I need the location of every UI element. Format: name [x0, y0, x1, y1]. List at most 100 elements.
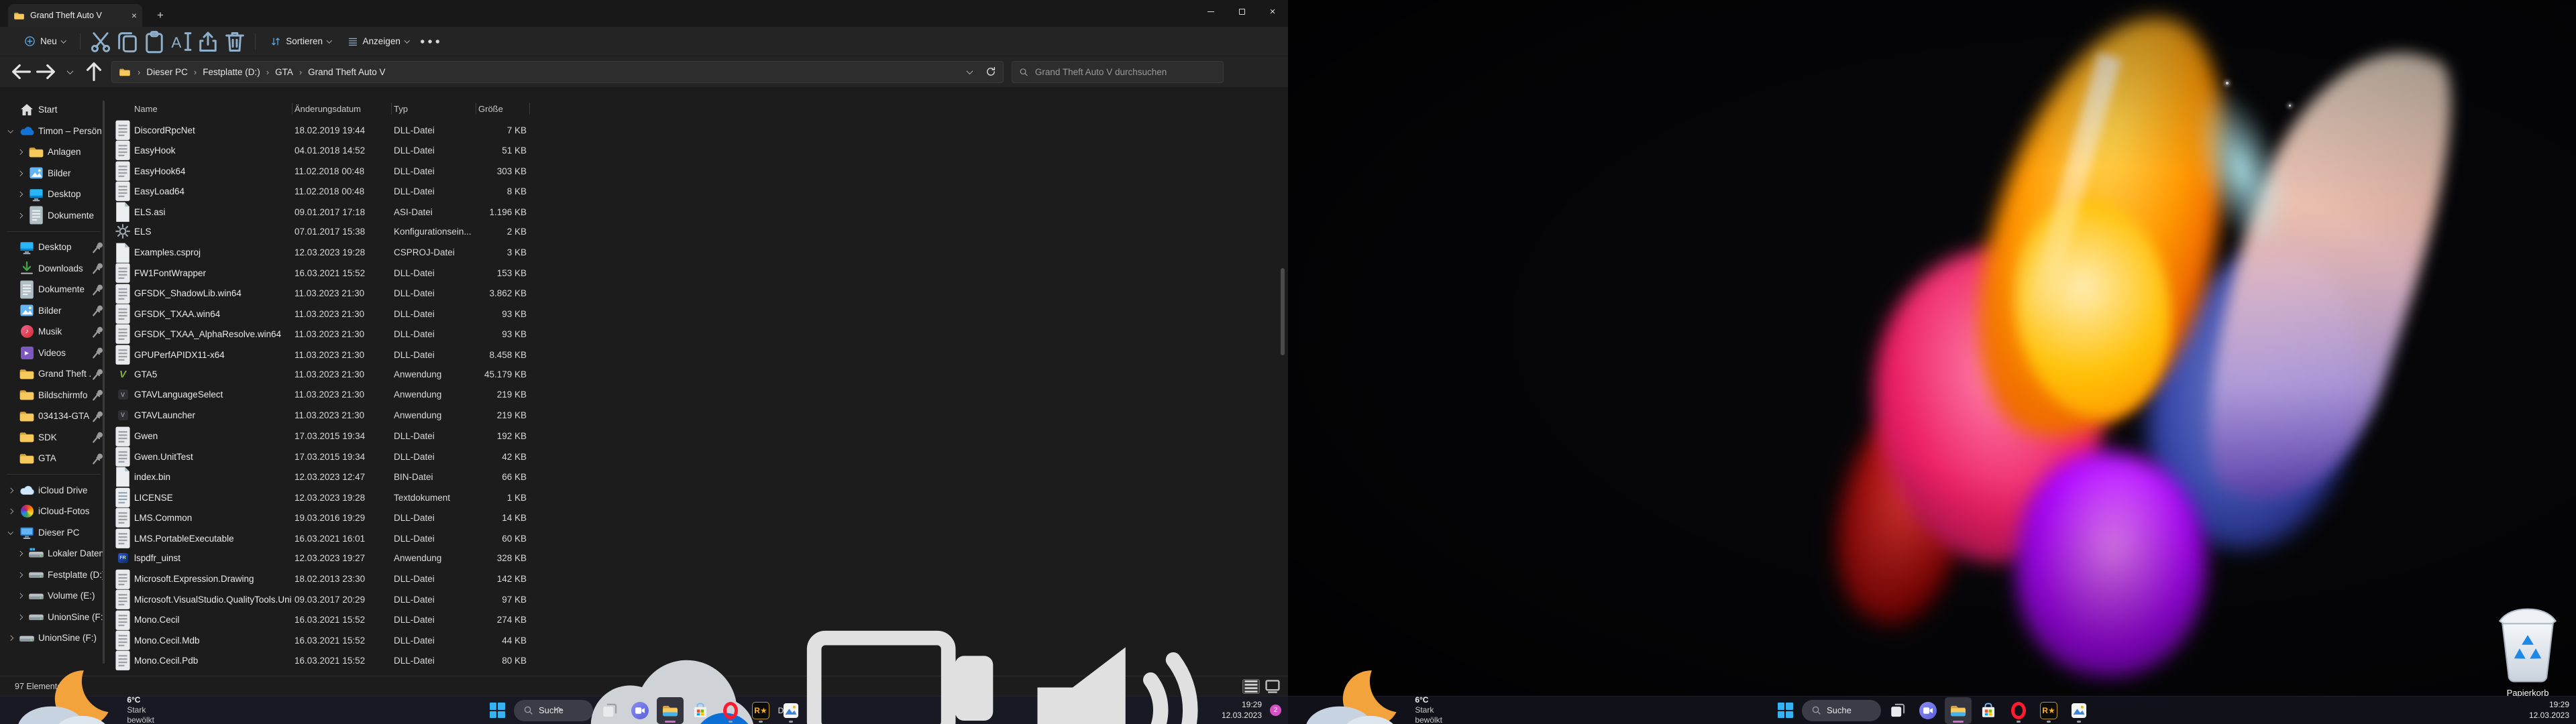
- recycle-bin[interactable]: Papierkorb: [2493, 605, 2563, 698]
- address-dropdown-icon[interactable]: [967, 68, 973, 74]
- taskbar-opera-button[interactable]: [2005, 697, 2032, 724]
- new-tab-button[interactable]: +: [152, 7, 169, 24]
- volume-icon[interactable]: [1012, 622, 1214, 724]
- sidebar-item-dieser-pc[interactable]: Dieser PC: [3, 522, 105, 544]
- column-header-size[interactable]: Größe: [476, 104, 529, 114]
- minimize-button[interactable]: [1195, 0, 1226, 23]
- sidebar-item-anlagen[interactable]: Anlagen: [3, 141, 105, 163]
- sidebar-item-desktop[interactable]: Desktop: [3, 184, 105, 205]
- taskbar-task-view-button[interactable]: [596, 697, 623, 724]
- taskbar-start-button[interactable]: [484, 697, 511, 724]
- network-icon[interactable]: [803, 627, 1004, 724]
- sidebar-item-unionsine-f[interactable]: UnionSine (F:): [3, 607, 105, 628]
- forward-button[interactable]: [34, 61, 58, 82]
- chevron-right-icon[interactable]: [12, 615, 28, 619]
- taskbar-rockstar-launcher-button[interactable]: R★: [2035, 697, 2062, 724]
- sidebar-item-034134-gta[interactable]: 034134-GTA: [3, 406, 105, 427]
- recent-locations-button[interactable]: [58, 61, 82, 82]
- close-button[interactable]: ×: [1257, 0, 1288, 23]
- chevron-right-icon[interactable]: [12, 192, 28, 196]
- file-row-gwen-unittest[interactable]: Gwen.UnitTest17.03.2015 19:34DLL-Datei42…: [114, 446, 570, 466]
- breadcrumb[interactable]: ›Dieser PC›Festplatte (D:)›GTA›Grand The…: [111, 61, 1004, 83]
- column-header-name[interactable]: Name: [131, 104, 292, 114]
- file-row-lms-common[interactable]: LMS.Common19.03.2016 19:29DLL-Datei14 KB: [114, 507, 570, 527]
- file-row-gfsdk-shadowlib-win64[interactable]: GFSDK_ShadowLib.win6411.03.2023 21:30DLL…: [114, 283, 570, 303]
- column-separator[interactable]: [529, 103, 530, 115]
- breadcrumb-item-dieser-pc[interactable]: Dieser PC: [142, 65, 193, 79]
- notification-badge[interactable]: 2: [1270, 705, 1281, 716]
- file-row-lms-portableexecutable[interactable]: LMS.PortableExecutable16.03.2021 16:01DL…: [114, 528, 570, 548]
- weather-widget[interactable]: 6°C Stark bewölkt: [0, 661, 154, 724]
- file-row-gfsdk-txaa-win64[interactable]: GFSDK_TXAA.win6411.03.2023 21:30DLL-Date…: [114, 303, 570, 323]
- weather-widget[interactable]: 6°C Stark bewölkt: [1288, 661, 1442, 724]
- sidebar-item-timon-pers-n[interactable]: Timon – Persön: [3, 121, 105, 142]
- sidebar-scrollbar[interactable]: [103, 101, 105, 664]
- new-button[interactable]: Neu: [17, 32, 72, 51]
- file-row-microsoft-visualstudio-qualitytools-unit[interactable]: Microsoft.VisualStudio.QualityTools.Unit…: [114, 589, 570, 609]
- view-button[interactable]: Anzeigen: [341, 32, 416, 51]
- sidebar-item-unionsine-f[interactable]: UnionSine (F:): [3, 627, 105, 649]
- sort-button[interactable]: Sortieren: [264, 32, 337, 51]
- file-row-gpuperfapidx11-x64[interactable]: GPUPerfAPIDX11-x6411.03.2023 21:30DLL-Da…: [114, 344, 570, 364]
- file-row-gfsdk-txaa-alpharesolve-win64[interactable]: GFSDK_TXAA_AlphaResolve.win6411.03.2023 …: [114, 323, 570, 343]
- taskbar-photos-button[interactable]: [2065, 697, 2092, 724]
- taskbar-search-button[interactable]: Suche: [1802, 700, 1881, 721]
- cut-button[interactable]: [89, 31, 113, 52]
- file-row-gtavlauncher[interactable]: VGTAVLauncher11.03.2023 21:30Anwendung21…: [114, 405, 570, 425]
- search-input[interactable]: [1034, 66, 1216, 78]
- sidebar-item-dokumente[interactable]: Dokumente: [3, 279, 105, 300]
- paste-button[interactable]: [142, 31, 166, 52]
- sidebar-item-sdk[interactable]: SDK: [3, 427, 105, 448]
- taskbar-chat-button[interactable]: [1915, 697, 1941, 724]
- maximize-button[interactable]: [1226, 0, 1257, 23]
- explorer-tab[interactable]: Grand Theft Auto V ×: [8, 4, 142, 27]
- file-row-discordrpcnet[interactable]: DiscordRpcNet18.02.2019 19:44DLL-Datei7 …: [114, 119, 570, 139]
- more-options-button[interactable]: [418, 31, 442, 52]
- column-header-date[interactable]: Änderungsdatum: [292, 104, 391, 114]
- file-row-fw1fontwrapper[interactable]: FW1FontWrapper16.03.2021 15:52DLL-Datei1…: [114, 262, 570, 282]
- chevron-right-icon[interactable]: [3, 489, 19, 493]
- chevron-right-icon[interactable]: [12, 594, 28, 598]
- refresh-icon[interactable]: [985, 66, 996, 77]
- sidebar-item-bildschirmfo[interactable]: Bildschirmfo: [3, 385, 105, 406]
- sidebar-item-desktop[interactable]: Desktop: [3, 237, 105, 258]
- file-row-index-bin[interactable]: index.bin12.03.2023 12:47BIN-Datei66 KB: [114, 466, 570, 486]
- chevron-right-icon[interactable]: [12, 573, 28, 577]
- share-button[interactable]: [196, 31, 220, 52]
- file-row-gtavlanguageselect[interactable]: VGTAVLanguageSelect11.03.2023 21:30Anwen…: [114, 385, 570, 405]
- file-row-lspdfr-uinst[interactable]: FRlspdfr_uinst12.03.2023 19:27Anwendung3…: [114, 548, 570, 568]
- sidebar-item-musik[interactable]: ♪Musik: [3, 321, 105, 343]
- file-row-gta5[interactable]: VGTA511.03.2023 21:30Anwendung45.179 KB: [114, 364, 570, 384]
- sidebar-item-bilder[interactable]: Bilder: [3, 163, 105, 184]
- up-button[interactable]: [82, 61, 106, 82]
- breadcrumb-item-grand-theft-auto-v[interactable]: Grand Theft Auto V: [303, 65, 390, 79]
- taskbar-microsoft-store-button[interactable]: [1975, 697, 2002, 724]
- file-row-examples-csproj[interactable]: Examples.csproj12.03.2023 19:28CSPROJ-Da…: [114, 242, 570, 262]
- search-box[interactable]: [1012, 61, 1224, 83]
- file-row-license[interactable]: LICENSE12.03.2023 19:28Textdokument1 KB: [114, 487, 570, 507]
- file-row-gwen[interactable]: Gwen17.03.2015 19:34DLL-Datei192 KB: [114, 426, 570, 446]
- sidebar-item-volume-e[interactable]: Volume (E:): [3, 585, 105, 607]
- file-row-microsoft-expression-drawing[interactable]: Microsoft.Expression.Drawing18.02.2013 2…: [114, 568, 570, 589]
- clock[interactable]: 19:29 12.03.2023: [2529, 700, 2569, 721]
- taskbar-file-explorer-button[interactable]: [1945, 697, 1972, 724]
- scrollbar-thumb[interactable]: [1281, 268, 1285, 355]
- file-row-els[interactable]: ELS07.01.2017 15:38Konfigurationsein...2…: [114, 221, 570, 241]
- sidebar-item-bilder[interactable]: Bilder: [3, 300, 105, 322]
- sidebar-item-downloads[interactable]: Downloads: [3, 258, 105, 280]
- chevron-right-icon[interactable]: [12, 214, 28, 218]
- sidebar-item-festplatte-d[interactable]: Festplatte (D:): [3, 564, 105, 586]
- file-row-mono-cecil[interactable]: Mono.Cecil16.03.2021 15:52DLL-Datei274 K…: [114, 609, 570, 629]
- sidebar-item-dokumente[interactable]: Dokumente: [3, 205, 105, 227]
- breadcrumb-item-gta[interactable]: GTA: [270, 65, 298, 79]
- sidebar-item-gta[interactable]: GTA: [3, 448, 105, 469]
- breadcrumb-item-festplatte-d[interactable]: Festplatte (D:): [198, 65, 265, 79]
- file-row-mono-cecil-mdb[interactable]: Mono.Cecil.Mdb16.03.2021 15:52DLL-Datei4…: [114, 629, 570, 650]
- column-header-type[interactable]: Typ: [391, 104, 476, 114]
- chevron-right-icon[interactable]: [3, 509, 19, 514]
- delete-button[interactable]: [223, 31, 247, 52]
- sidebar-item-grand-theft[interactable]: Grand Theft .: [3, 363, 105, 385]
- chevron-down-icon[interactable]: [3, 531, 19, 535]
- rename-button[interactable]: A: [169, 31, 193, 52]
- taskbar-photos-button[interactable]: [777, 697, 804, 724]
